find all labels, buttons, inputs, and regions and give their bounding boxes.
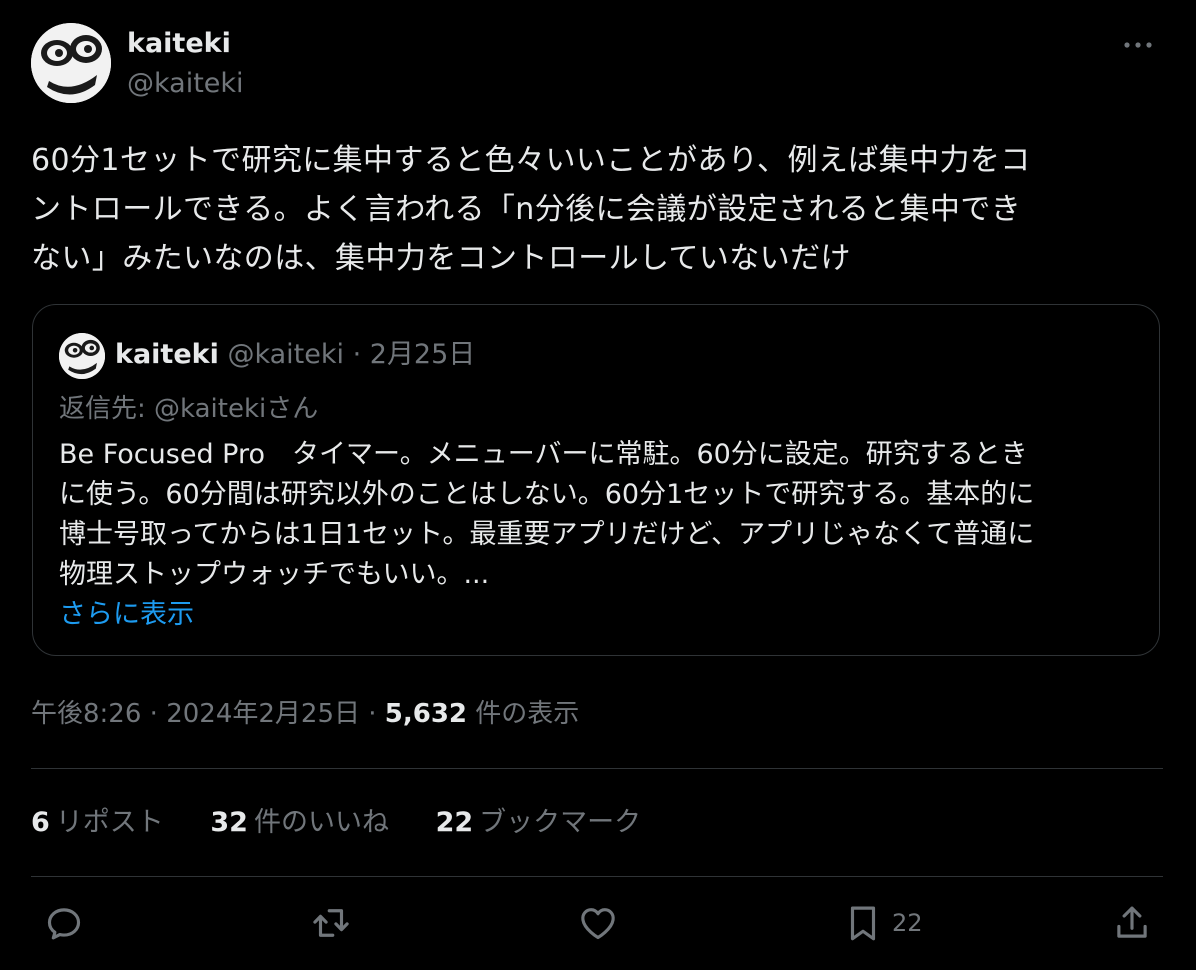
- views-label: 件の表示: [475, 699, 580, 729]
- show-more-link[interactable]: さらに表示: [59, 595, 194, 635]
- tweet-text: 60分1セットで研究に集中すると色々いいことがあり、例えば集中力をコ ントロール…: [31, 136, 1161, 283]
- quoted-text-line: 物理ストップウォッチでもいい。...: [59, 559, 490, 590]
- reply-button[interactable]: [43, 902, 85, 946]
- heart-icon: [581, 908, 615, 940]
- likes-label: 件のいいね: [253, 807, 389, 838]
- quoted-header: kaiteki @kaiteki · 2月25日: [115, 335, 475, 375]
- tweet-meta: 午後8:26 · 2024年2月25日 · 5,632 件の表示: [31, 694, 579, 734]
- more-horizontal-icon: [1124, 42, 1152, 48]
- bookmarks-label: ブックマーク: [479, 807, 642, 838]
- avatar[interactable]: [31, 23, 111, 103]
- repost-button[interactable]: [310, 902, 352, 946]
- tweet-text-line: ントロールできる。よく言われる「n分後に会議が設定されると集中でき: [31, 192, 1022, 227]
- quoted-text-line: Be Focused Pro タイマー。メニューバーに常駐。60分に設定。研究す…: [59, 439, 1028, 470]
- tweet-text-line: 60分1セットで研究に集中すると色々いいことがあり、例えば集中力をコ: [31, 143, 1031, 178]
- bookmark-icon: [850, 906, 876, 941]
- divider: [31, 876, 1163, 877]
- avatar-face-image: [59, 333, 105, 379]
- repost-icon: [313, 909, 349, 937]
- quoted-meta: @kaiteki · 2月25日: [227, 339, 476, 370]
- quoted-tweet-card[interactable]: kaiteki @kaiteki · 2月25日 返信先: @kaitekiさん…: [32, 304, 1160, 656]
- likes-count: 32: [210, 807, 248, 838]
- author-handle[interactable]: @kaiteki: [127, 66, 244, 102]
- quoted-display-name: kaiteki: [115, 339, 219, 370]
- quoted-text-line: に使う。60分間は研究以外のことはしない。60分1セットで研究する。基本的に: [59, 479, 1035, 510]
- avatar-face-image: [31, 23, 111, 103]
- bookmarks-count: 22: [435, 807, 474, 838]
- tweet: kaiteki @kaiteki 60分1セットで研究に集中すると色々いいことが…: [0, 0, 1196, 970]
- quoted-text-line: 博士号取ってからは1日1セット。最重要アプリだけど、アプリじゃなくて普通に: [59, 519, 1035, 550]
- share-icon: [1117, 906, 1147, 938]
- reposts-count: 6: [31, 807, 50, 838]
- engagement-stats: 6 リポスト 32 件のいいね 22 ブックマーク: [31, 803, 679, 843]
- bookmarks-stat[interactable]: 22 ブックマーク: [436, 803, 642, 843]
- author-display-name[interactable]: kaiteki: [127, 26, 231, 62]
- tweet-time[interactable]: 午後8:26: [31, 699, 141, 729]
- views-count: 5,632: [384, 699, 468, 729]
- tweet-text-line: ない」みたいなのは、集中力をコントロールしていないだけ: [31, 241, 851, 276]
- quoted-reply-to: 返信先: @kaitekiさん: [59, 394, 319, 424]
- meta-separator: ·: [149, 699, 167, 729]
- quoted-avatar: [59, 333, 105, 379]
- quoted-text: Be Focused Pro タイマー。メニューバーに常駐。60分に設定。研究す…: [59, 435, 1139, 595]
- divider: [31, 768, 1163, 769]
- likes-stat[interactable]: 32 件のいいね: [210, 803, 389, 843]
- share-button[interactable]: [1111, 902, 1153, 946]
- bookmark-count: 22: [892, 909, 923, 937]
- reposts-label: リポスト: [55, 807, 164, 838]
- reposts-stat[interactable]: 6 リポスト: [31, 803, 164, 843]
- reply-icon: [47, 908, 81, 940]
- like-button[interactable]: [577, 902, 619, 946]
- meta-separator: ·: [368, 699, 385, 729]
- tweet-date[interactable]: 2024年2月25日: [166, 699, 360, 729]
- bookmark-button[interactable]: 22: [842, 902, 923, 946]
- more-options-button[interactable]: [1118, 30, 1158, 60]
